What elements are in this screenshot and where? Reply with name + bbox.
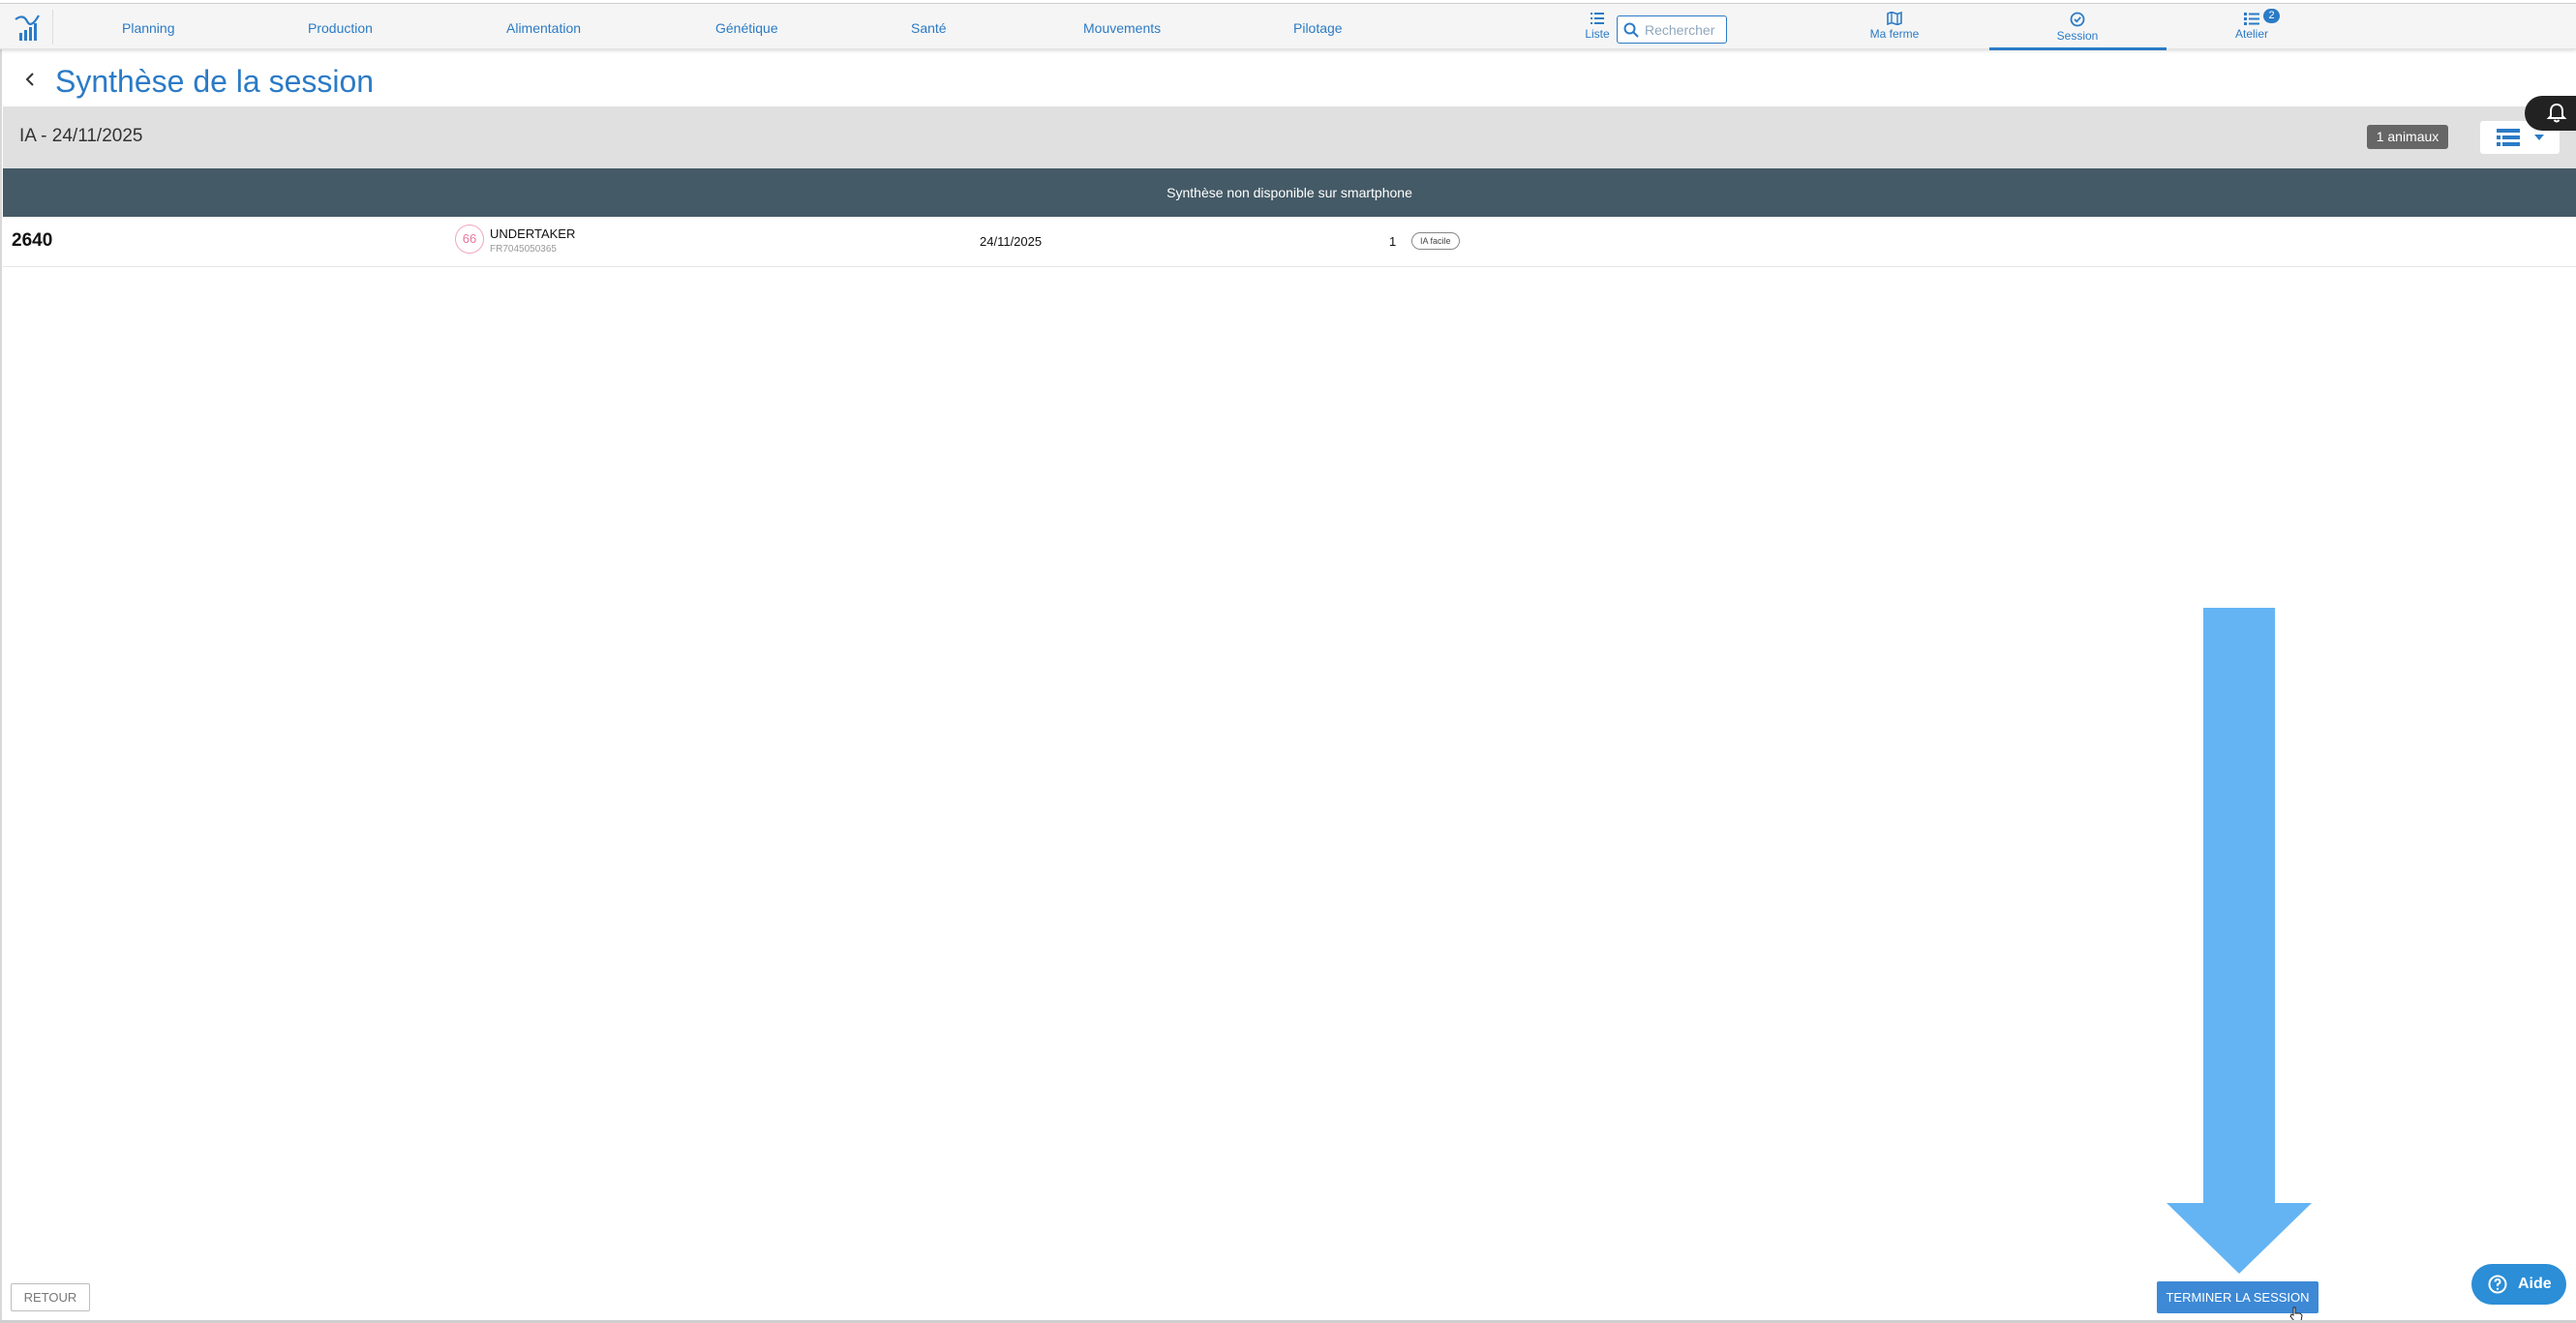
list-icon: [1591, 13, 1604, 24]
animal-name: UNDERTAKER: [490, 226, 576, 241]
checklist-icon: [2244, 13, 2259, 25]
nav-alimentation[interactable]: Alimentation: [506, 20, 581, 36]
back-chevron-icon[interactable]: [23, 70, 37, 89]
top-navigation: Planning Production Alimentation Génétiq…: [0, 3, 2576, 50]
session-clock-icon: [2070, 12, 2085, 27]
nav-production[interactable]: Production: [308, 20, 373, 36]
help-circle-icon: [2488, 1275, 2507, 1294]
nav-sante[interactable]: Santé: [911, 20, 947, 36]
nav-mouvements[interactable]: Mouvements: [1083, 20, 1161, 36]
active-tab-indicator: [1989, 47, 2167, 50]
retour-button[interactable]: RETOUR: [11, 1283, 90, 1311]
atelier-count-badge: 2: [2263, 9, 2280, 23]
smartphone-notice-banner: Synthèse non disponible sur smartphone: [3, 168, 2576, 217]
nav-atelier[interactable]: Atelier: [2194, 10, 2310, 48]
nav-planning[interactable]: Planning: [122, 20, 175, 36]
app-logo-icon[interactable]: [14, 12, 41, 43]
row-date: 24/11/2025: [980, 234, 1043, 249]
row-count: 1: [1389, 234, 1397, 249]
search-input[interactable]: [1645, 20, 1722, 40]
session-header-bar: IA - 24/11/2025 1 animaux: [3, 106, 2576, 168]
aide-label: Aide: [2518, 1276, 2552, 1292]
aide-help-button[interactable]: Aide: [2471, 1264, 2566, 1305]
page-title: Synthèse de la session: [55, 64, 375, 99]
animal-id: FR7045050365: [490, 244, 557, 255]
search-box[interactable]: [1617, 15, 1727, 44]
nav-ma-ferme-label: Ma ferme: [1869, 27, 1920, 41]
animal-count-badge: 1 animaux: [2367, 125, 2448, 149]
search-icon: [1623, 22, 1639, 38]
animal-avatar: 66: [455, 225, 484, 254]
table-row[interactable]: 2640 66 UNDERTAKER FR7045050365 24/11/20…: [3, 217, 2576, 267]
chevron-down-icon: [2534, 135, 2544, 140]
session-name: IA - 24/11/2025: [19, 126, 143, 146]
nav-atelier-label: Atelier: [2234, 27, 2268, 41]
nav-genetique[interactable]: Génétique: [715, 20, 778, 36]
notifications-button[interactable]: [2525, 96, 2576, 131]
nav-ma-ferme[interactable]: Ma ferme: [1836, 10, 1953, 48]
nav-pilotage[interactable]: Pilotage: [1293, 20, 1343, 36]
down-arrow-annotation-icon: [2167, 608, 2312, 1274]
list-view-icon: [2497, 129, 2520, 146]
bell-icon: [2546, 103, 2567, 123]
nav-session-label: Session: [2056, 29, 2099, 43]
ia-tag: IA facile: [1411, 232, 1460, 250]
map-icon: [1887, 12, 1902, 25]
window-left-edge: [0, 3, 2, 1323]
animal-number: 2640: [12, 230, 53, 251]
logo-separator: [52, 10, 53, 45]
nav-session[interactable]: Session: [2019, 10, 2136, 48]
